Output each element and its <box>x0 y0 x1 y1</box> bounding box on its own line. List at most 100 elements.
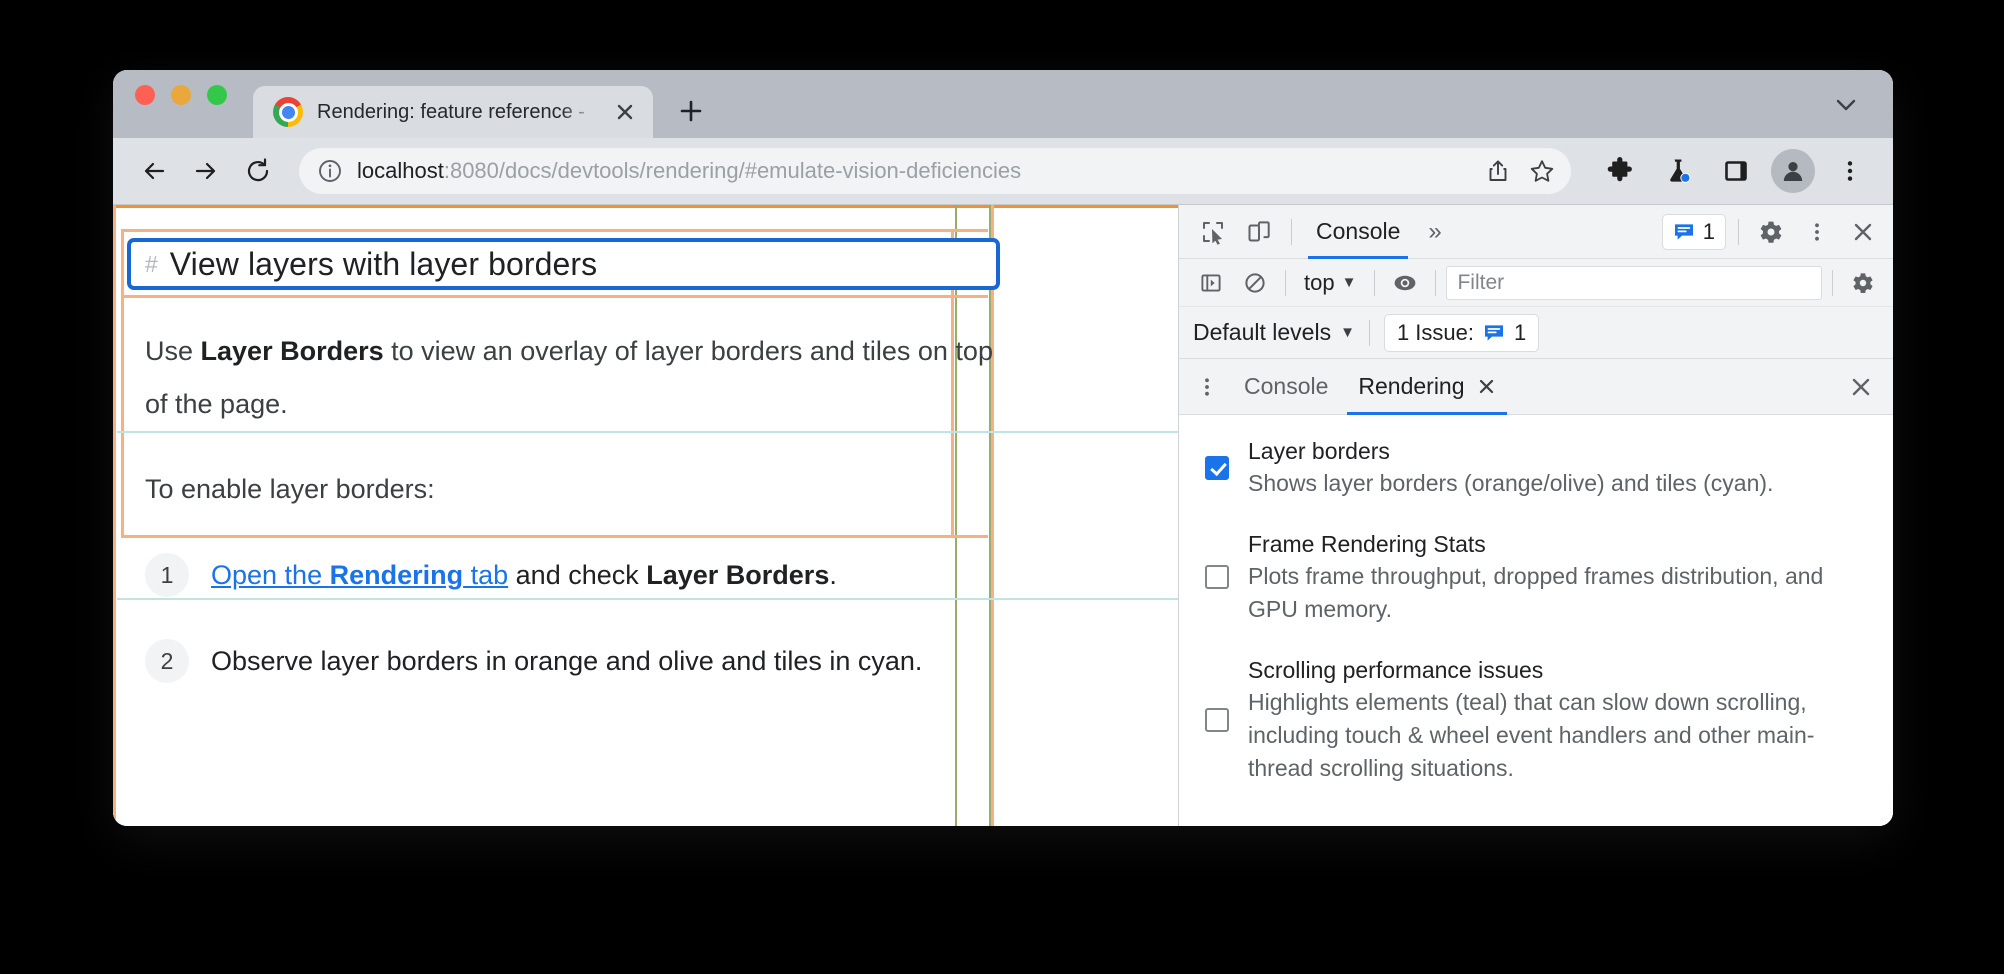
option-title: Layer borders <box>1248 438 1390 464</box>
url-host: localhost <box>357 158 444 183</box>
intro-strong: Layer Borders <box>200 336 384 366</box>
three-dot-icon <box>1205 377 1209 396</box>
puzzle-icon <box>1607 157 1632 182</box>
site-info-icon[interactable] <box>317 158 343 184</box>
live-expression-button[interactable] <box>1385 263 1425 303</box>
bookmark-button[interactable] <box>1521 150 1563 192</box>
page-title: View layers with layer borders <box>169 245 598 282</box>
drawer-menu-button[interactable] <box>1187 367 1227 407</box>
profile-button[interactable] <box>1771 149 1815 193</box>
layer-borders-checkbox[interactable] <box>1205 455 1229 480</box>
more-panels-button[interactable]: » <box>1418 218 1451 246</box>
option-body: Frame Rendering Stats Plots frame throug… <box>1248 528 1858 626</box>
side-panel-button[interactable] <box>1713 148 1759 194</box>
flask-icon <box>1670 159 1691 183</box>
intro-paragraph: Use Layer Borders to view an overlay of … <box>145 325 998 431</box>
arrow-left-icon <box>144 162 165 180</box>
log-levels-selector[interactable]: Default levels ▼ <box>1193 319 1355 346</box>
close-window-button[interactable] <box>135 85 155 105</box>
step-marker: 2 <box>145 639 189 683</box>
clear-console-icon <box>1245 272 1265 293</box>
option-title: Frame Rendering Stats <box>1248 531 1486 557</box>
address-bar[interactable]: localhost:8080/docs/devtools/rendering/#… <box>299 148 1571 194</box>
option-layer-borders[interactable]: Layer borders Shows layer borders (orang… <box>1205 435 1875 500</box>
inspect-cursor-icon <box>1203 221 1223 245</box>
arrow-right-icon <box>195 162 216 180</box>
step-text: Observe layer borders in orange and oliv… <box>211 646 923 676</box>
device-toolbar-button[interactable] <box>1239 212 1279 252</box>
option-description: Highlights elements (teal) that can slow… <box>1248 689 1815 781</box>
enable-paragraph: To enable layer borders: <box>145 474 435 504</box>
labs-button[interactable] <box>1655 148 1701 194</box>
link-pre: Open the <box>211 560 330 590</box>
close-icon <box>617 104 633 120</box>
tab-console[interactable]: Console <box>1304 205 1412 259</box>
omnibox-actions <box>1477 150 1563 192</box>
list-item: 1 Open the Rendering tab and check Layer… <box>145 550 1008 608</box>
reload-button[interactable] <box>235 148 281 194</box>
option-description: Plots frame throughput, dropped frames d… <box>1248 563 1824 622</box>
option-frame-rendering-stats[interactable]: Frame Rendering Stats Plots frame throug… <box>1205 528 1875 626</box>
step-strong: Layer Borders <box>646 560 830 590</box>
step-marker: 1 <box>145 553 189 597</box>
drawer-tab-rendering[interactable]: Rendering <box>1345 359 1508 415</box>
browser-menu-button[interactable] <box>1827 148 1873 194</box>
issue-summary-pill[interactable]: 1 Issue: 1 <box>1383 313 1540 352</box>
scrolling-performance-issues-checkbox[interactable] <box>1205 707 1229 732</box>
console-context-selector[interactable]: top ▼ <box>1296 270 1364 296</box>
new-tab-button[interactable] <box>667 87 715 135</box>
forward-button[interactable] <box>183 148 229 194</box>
anchor-link-icon[interactable]: # <box>145 251 158 278</box>
section-heading: # View layers with layer borders <box>127 238 1000 290</box>
devtools-menu-button[interactable] <box>1797 212 1837 252</box>
close-icon <box>1854 223 1872 240</box>
console-sidebar-icon <box>1201 273 1221 292</box>
context-label: top <box>1304 269 1335 295</box>
console-filter-input[interactable]: Filter <box>1446 265 1822 300</box>
extensions-button[interactable] <box>1597 148 1643 194</box>
close-rendering-tab-button[interactable] <box>1477 377 1496 396</box>
page-body: # View layers with layer borders Use Lay… <box>113 205 1178 826</box>
filter-divider-4 <box>1832 269 1833 296</box>
console-settings-button[interactable] <box>1843 263 1883 303</box>
chevron-down-icon: ▼ <box>1341 274 1357 291</box>
inspect-element-button[interactable] <box>1193 212 1233 252</box>
back-button[interactable] <box>131 148 177 194</box>
tab-title: Rendering: feature reference - <box>317 100 585 123</box>
url-path: :8080/docs/devtools/rendering/#emulate-v… <box>443 158 1022 183</box>
step-text: Open the Rendering tab and check Layer B… <box>211 550 837 600</box>
zoom-window-button[interactable] <box>207 85 227 105</box>
three-dot-icon <box>1815 222 1819 241</box>
close-tab-button[interactable] <box>611 98 639 126</box>
close-drawer-button[interactable] <box>1841 367 1881 407</box>
close-devtools-button[interactable] <box>1843 212 1883 252</box>
browser-tab[interactable]: Rendering: feature reference - <box>253 86 653 138</box>
gear-icon <box>1760 221 1782 243</box>
tab-search-button[interactable] <box>1833 91 1859 117</box>
avatar-icon <box>1783 162 1803 181</box>
toolbar-divider-2 <box>1738 218 1739 245</box>
console-level-bar: Default levels ▼ 1 Issue: 1 <box>1179 307 1893 359</box>
frame-rendering-stats-checkbox[interactable] <box>1205 565 1229 589</box>
chevron-down-icon: ▼ <box>1340 324 1355 341</box>
link-strong: Rendering <box>329 560 464 590</box>
issues-badge[interactable]: 1 <box>1661 213 1726 250</box>
console-filter-bar: top ▼ Filter <box>1179 259 1893 307</box>
filter-divider-1 <box>1285 269 1286 296</box>
option-scrolling-performance-issues[interactable]: Scrolling performance issues Highlights … <box>1205 654 1875 785</box>
chrome-logo-icon <box>273 97 303 127</box>
console-sidebar-toggle[interactable] <box>1191 263 1231 303</box>
log-levels-label: Default levels <box>1193 319 1332 345</box>
minimize-window-button[interactable] <box>171 85 191 105</box>
browser-window: Rendering: feature reference - localhost… <box>113 70 1893 826</box>
option-body: Layer borders Shows layer borders (orang… <box>1248 435 1773 500</box>
issue-summary-count: 1 <box>1513 319 1527 345</box>
clear-console-button[interactable] <box>1235 263 1275 303</box>
share-button[interactable] <box>1477 150 1519 192</box>
rendering-tab-link[interactable]: Open the Rendering tab <box>211 560 508 590</box>
option-body: Scrolling performance issues Highlights … <box>1248 654 1875 785</box>
drawer-tab-console[interactable]: Console <box>1231 359 1341 415</box>
chevron-down-icon <box>1836 99 1856 111</box>
devtools-settings-button[interactable] <box>1751 212 1791 252</box>
rendering-options-pane: Layer borders Shows layer borders (orang… <box>1179 415 1893 826</box>
